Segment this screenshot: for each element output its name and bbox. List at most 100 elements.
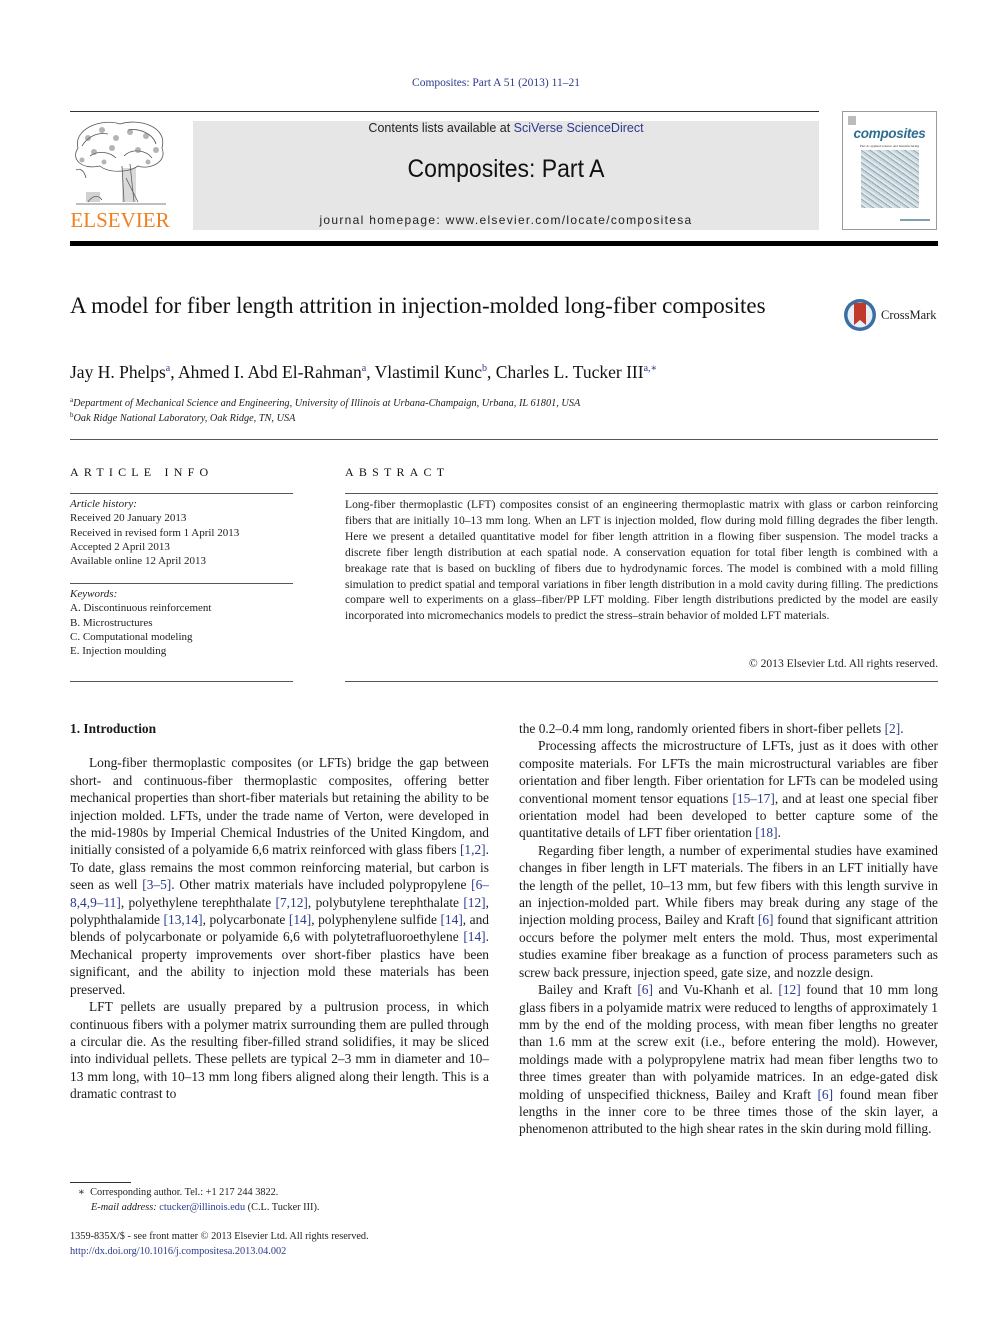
sciencedirect-link[interactable]: SciVerse ScienceDirect — [514, 121, 644, 135]
corresponding-text: Corresponding author. Tel.: +1 217 244 3… — [90, 1187, 279, 1198]
footnote: ∗ Corresponding author. Tel.: +1 217 244… — [78, 1186, 319, 1215]
reference-link[interactable]: [14] — [440, 912, 462, 927]
author-name[interactable]: Jay H. Phelps — [70, 362, 166, 382]
journal-homepage: journal homepage: www.elsevier.com/locat… — [193, 213, 819, 227]
keyword-item: C. Computational modeling — [70, 630, 193, 643]
crossmark-badge[interactable]: CrossMark — [843, 298, 937, 332]
author-affil-ref[interactable]: a — [362, 363, 366, 374]
reference-link[interactable]: [2] — [885, 721, 901, 736]
reference-link[interactable]: [12] — [778, 982, 800, 997]
keyword-item: B. Microstructures — [70, 616, 153, 629]
section-divider — [70, 439, 938, 440]
history-item: Received 20 January 2013 — [70, 512, 187, 525]
journal-citation[interactable]: Composites: Part A 51 (2013) 11–21 — [0, 77, 992, 89]
affiliation-text: Department of Mechanical Science and Eng… — [73, 398, 581, 409]
paragraph-text: , polybutylene terephthalate — [307, 894, 464, 910]
body-column-right: the 0.2–0.4 mm long, randomly oriented f… — [519, 720, 938, 1138]
article-info-rule — [70, 493, 293, 494]
author-affil-ref[interactable]: a,∗ — [644, 363, 658, 374]
paragraph-text: Long-fiber thermoplastic composites (or … — [70, 755, 489, 858]
affiliation-text: Oak Ridge National Laboratory, Oak Ridge… — [73, 413, 296, 424]
abstract-heading: ABSTRACT — [345, 465, 450, 479]
reference-link[interactable]: [18] — [755, 825, 777, 840]
elsevier-tree-icon — [75, 121, 166, 205]
author-list: Jay H. Phelpsa, Ahmed I. Abd El-Rahmana,… — [70, 362, 658, 382]
cover-footer-mark — [900, 219, 930, 221]
author-name[interactable]: Ahmed I. Abd El-Rahman — [178, 362, 362, 382]
reference-link[interactable]: [6] — [637, 982, 653, 997]
article-info-rule — [70, 681, 293, 682]
paragraph-text: . — [777, 825, 781, 841]
keyword-item: A. Discontinuous reinforcement — [70, 602, 212, 615]
paragraph-text: , polycarbonate — [202, 912, 289, 928]
body-paragraph: LFT pellets are usually prepared by a pu… — [70, 998, 489, 1102]
doi-link[interactable]: http://dx.doi.org/10.1016/j.compositesa.… — [70, 1246, 286, 1257]
paragraph-text: LFT pellets are usually prepared by a pu… — [70, 999, 489, 1102]
paragraph-text: and Vu-Khanh et al. — [652, 982, 779, 998]
email-suffix: (C.L. Tucker III). — [245, 1201, 320, 1213]
reference-link[interactable]: [13,14] — [164, 912, 203, 927]
header-rule — [70, 111, 819, 112]
article-history-label: Article history: — [70, 498, 137, 510]
affiliations: aDepartment of Mechanical Science and En… — [70, 396, 580, 426]
reference-link[interactable]: [3–5] — [142, 877, 171, 892]
article-title: A model for fiber length attrition in in… — [70, 293, 766, 318]
abstract-text: Long-fiber thermoplastic (LFT) composite… — [345, 498, 938, 623]
history-item: Accepted 2 April 2013 — [70, 540, 170, 553]
crossmark-icon — [844, 299, 876, 331]
reference-link[interactable]: [6] — [817, 1087, 833, 1102]
footnote-rule — [70, 1182, 131, 1183]
reference-link[interactable]: [12] — [463, 895, 485, 910]
history-item: Available online 12 April 2013 — [70, 555, 207, 568]
citation-link[interactable]: Composites: Part A 51 (2013) 11–21 — [412, 77, 580, 89]
reference-link[interactable]: [1,2] — [460, 842, 486, 857]
affiliation-item: bOak Ridge National Laboratory, Oak Ridg… — [70, 411, 580, 426]
article-info-heading: ARTICLE INFO — [70, 465, 214, 479]
abstract-rule — [345, 681, 938, 682]
paragraph-text: , polyethylene terephthalate — [120, 894, 276, 910]
body-paragraph: Regarding fiber length, a number of expe… — [519, 842, 938, 981]
reference-link[interactable]: [6] — [758, 912, 774, 927]
author-name[interactable]: Vlastimil Kunc — [375, 362, 482, 382]
journal-cover-thumbnail[interactable]: composites Part A: applied science and m… — [842, 111, 937, 230]
reference-link[interactable]: [7,12] — [276, 895, 308, 910]
section-heading: 1. Introduction — [70, 721, 157, 736]
cover-publisher-icon — [848, 116, 856, 125]
homepage-url[interactable]: www.elsevier.com/locate/compositesa — [446, 213, 693, 227]
paragraph-text: . — [900, 721, 904, 736]
body-paragraph: Bailey and Kraft [6] and Vu-Khanh et al.… — [519, 981, 938, 1138]
keyword-item: E. Injection moulding — [70, 645, 167, 658]
left-paragraphs: Long-fiber thermoplastic composites (or … — [70, 754, 489, 1102]
corresponding-author-note: ∗ Corresponding author. Tel.: +1 217 244… — [78, 1186, 319, 1201]
footnote-marker: ∗ — [78, 1187, 85, 1198]
keywords: Keywords: A. Discontinuous reinforcement… — [70, 587, 211, 658]
contents-prefix: Contents lists available at — [368, 121, 514, 135]
reference-link[interactable]: [14] — [463, 929, 485, 944]
email-label: E-mail address: — [91, 1201, 160, 1213]
body-column-left: 1. Introduction Long-fiber thermoplastic… — [70, 720, 489, 1103]
issn-block: 1359-835X/$ - see front matter © 2013 El… — [70, 1230, 369, 1259]
masthead-divider — [70, 241, 938, 246]
keywords-label: Keywords: — [70, 588, 118, 600]
elsevier-logo[interactable]: ELSEVIER — [68, 118, 172, 233]
issn-line: 1359-835X/$ - see front matter © 2013 El… — [70, 1231, 369, 1242]
paragraph-text: found that 10 mm long glass fibers in a … — [519, 982, 938, 1102]
paragraph-text: Bailey and Kraft — [538, 982, 638, 998]
author-name[interactable]: Charles L. Tucker III — [496, 362, 644, 382]
body-paragraph: Processing affects the microstructure of… — [519, 737, 938, 841]
author-affil-ref[interactable]: b — [482, 363, 487, 374]
reference-link[interactable]: [15–17] — [732, 791, 774, 806]
body-paragraph: Long-fiber thermoplastic composites (or … — [70, 754, 489, 998]
right-paragraphs: the 0.2–0.4 mm long, randomly oriented f… — [519, 720, 938, 1138]
journal-masthead: Contents lists available at SciVerse Sci… — [193, 121, 819, 230]
homepage-label: journal homepage: — [319, 213, 446, 227]
contents-line: Contents lists available at SciVerse Sci… — [193, 121, 819, 135]
reference-link[interactable]: [14] — [289, 912, 311, 927]
cover-title: composites — [853, 126, 926, 141]
email-link[interactable]: ctucker@illinois.edu — [159, 1202, 245, 1213]
history-item: Received in revised form 1 April 2013 — [70, 526, 240, 539]
cover-artwork — [861, 150, 919, 208]
author-affil-ref[interactable]: a — [166, 363, 170, 374]
body-paragraph: the 0.2–0.4 mm long, randomly oriented f… — [519, 720, 938, 737]
abstract-rule — [345, 493, 938, 494]
